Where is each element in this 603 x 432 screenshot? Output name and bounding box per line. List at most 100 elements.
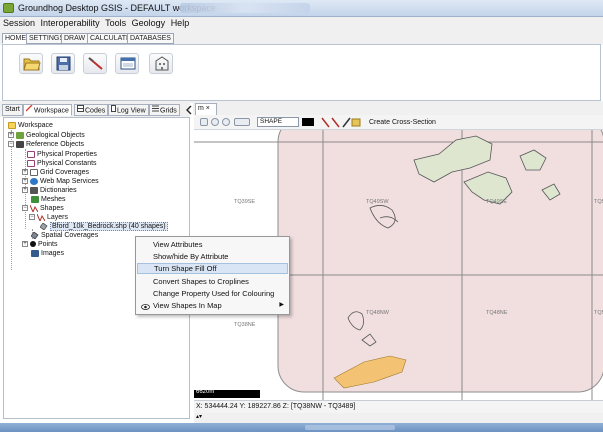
tree-item-grid-coverages[interactable]: + Grid Coverages bbox=[22, 168, 89, 177]
tree-item-meshes[interactable]: Meshes bbox=[31, 195, 66, 204]
eye-icon bbox=[141, 302, 150, 313]
tab-workspace-label: Workspace bbox=[34, 107, 69, 115]
flask-icon bbox=[27, 159, 35, 167]
tree-item-shape-file-label: Bford_10k_Bedrock.shp (40 shapes) bbox=[50, 222, 168, 231]
collapse-icon[interactable]: − bbox=[22, 205, 28, 212]
tree-item-points[interactable]: + Points bbox=[22, 240, 57, 249]
app-icon bbox=[3, 3, 14, 13]
mesh-icon bbox=[31, 195, 39, 203]
collapse-panel-icon[interactable] bbox=[186, 105, 192, 115]
tree-item-web-map-services[interactable]: + Web Map Services bbox=[22, 177, 99, 186]
tree-item-physical-properties-label: Physical Properties bbox=[37, 151, 97, 158]
tab-grids-label: Grids bbox=[160, 107, 177, 115]
spatial-coverage-icon bbox=[30, 231, 39, 240]
tab-start[interactable]: Start bbox=[2, 104, 23, 116]
open-button[interactable] bbox=[19, 53, 43, 74]
tree-item-workspace[interactable]: Workspace bbox=[8, 121, 53, 130]
save-button[interactable] bbox=[51, 53, 75, 74]
folder-icon bbox=[8, 121, 16, 129]
scale-bar-label: 6620m bbox=[196, 389, 215, 395]
grid-label-tq48ne: TQ48NE bbox=[486, 310, 508, 316]
flask-icon bbox=[27, 150, 35, 158]
tree-item-geological-objects-label: Geological Objects bbox=[26, 132, 85, 139]
expand-icon[interactable]: + bbox=[22, 178, 28, 185]
grid-label-tq58n: TQ58N bbox=[594, 310, 603, 316]
building-icon bbox=[155, 56, 169, 71]
expand-icon[interactable]: + bbox=[22, 169, 28, 176]
tree-item-physical-properties[interactable]: Physical Properties bbox=[27, 150, 97, 159]
create-cross-section-button[interactable]: Create Cross-Section bbox=[369, 118, 436, 127]
shape-dropdown[interactable]: SHAPE bbox=[257, 117, 299, 127]
building-button[interactable] bbox=[149, 53, 173, 74]
menu-geology[interactable]: Geology bbox=[129, 17, 166, 28]
grids-icon bbox=[152, 105, 159, 116]
tree-item-spatial-coverages[interactable]: Spatial Coverages bbox=[30, 231, 98, 240]
tab-map[interactable]: m × bbox=[195, 103, 217, 115]
tree-item-workspace-label: Workspace bbox=[18, 122, 53, 129]
expand-icon[interactable]: + bbox=[22, 187, 28, 194]
tree-item-images-label: Images bbox=[41, 250, 64, 257]
menu-item-change-property-colouring[interactable]: Change Property Used for Colouring bbox=[137, 288, 288, 299]
workspace-icon bbox=[25, 104, 33, 116]
tree-item-points-label: Points bbox=[38, 241, 58, 248]
log-view-icon bbox=[111, 105, 116, 116]
status-expand-toggle[interactable]: ▴▾ bbox=[194, 413, 603, 423]
menu-item-show-hide-by-attribute[interactable]: Show/hide By Attribute bbox=[137, 251, 288, 262]
grid-label-tq49sw: TQ49SW bbox=[366, 199, 389, 205]
close-icon[interactable]: × bbox=[206, 105, 210, 112]
menu-session[interactable]: Session bbox=[0, 17, 35, 28]
menu-help[interactable]: Help bbox=[168, 17, 190, 28]
draw-line-button[interactable] bbox=[83, 53, 107, 74]
draw-line-icon bbox=[88, 57, 103, 70]
draw-tools-icon[interactable] bbox=[321, 117, 361, 128]
tree-item-shapes[interactable]: − Shapes bbox=[22, 204, 64, 213]
collapse-icon[interactable]: − bbox=[8, 141, 14, 148]
grid-label-tq39se: TQ39SE bbox=[234, 199, 255, 205]
tree-item-reference-objects[interactable]: − Reference Objects bbox=[8, 140, 84, 149]
status-bar: X: 534444.24 Y: 189227.86 Z: [TQ38NW - T… bbox=[194, 400, 603, 413]
tab-codes[interactable]: Codes bbox=[74, 104, 109, 116]
tab-home[interactable]: HOME bbox=[2, 33, 29, 44]
save-icon bbox=[56, 56, 71, 71]
tab-log-view-label: Log View bbox=[117, 107, 146, 115]
shapes-icon bbox=[29, 204, 39, 213]
context-menu: View Attributes Show/hide By Attribute T… bbox=[135, 236, 290, 315]
tree-item-dictionaries[interactable]: + Dictionaries bbox=[22, 186, 77, 195]
zoom-in-icon[interactable] bbox=[211, 118, 219, 126]
tab-log-view[interactable]: Log View bbox=[108, 104, 149, 116]
tab-workspace[interactable]: Workspace bbox=[23, 104, 72, 116]
dictionary-icon bbox=[30, 186, 38, 194]
points-icon bbox=[30, 241, 36, 248]
tab-grids[interactable]: Grids bbox=[149, 104, 180, 116]
pan-icon[interactable] bbox=[234, 118, 250, 126]
tab-codes-label: Codes bbox=[85, 107, 106, 115]
menu-item-view-shapes-in-map[interactable]: View Shapes In Map ▶ bbox=[137, 300, 288, 311]
expand-icon[interactable]: + bbox=[8, 132, 14, 139]
menu-item-view-shapes-in-map-label: View Shapes In Map bbox=[153, 301, 222, 310]
window-icon bbox=[120, 57, 136, 70]
window-button[interactable] bbox=[115, 53, 139, 74]
expand-icon[interactable]: + bbox=[22, 241, 28, 248]
tree-item-grid-coverages-label: Grid Coverages bbox=[40, 169, 90, 176]
tree-item-images[interactable]: Images bbox=[31, 249, 64, 258]
open-folder-icon bbox=[23, 58, 41, 71]
zoom-out-icon[interactable] bbox=[222, 118, 230, 126]
tab-databases[interactable]: DATABASES bbox=[127, 33, 174, 44]
tree-item-meshes-label: Meshes bbox=[41, 196, 66, 203]
tree-item-geological-objects[interactable]: + Geological Objects bbox=[8, 131, 85, 140]
menu-item-view-attributes[interactable]: View Attributes bbox=[137, 239, 288, 250]
ribbon-panel bbox=[2, 44, 601, 101]
title-bar-blurred-area bbox=[180, 3, 310, 13]
tree-item-shape-file[interactable]: Bford_10k_Bedrock.shp (40 shapes) bbox=[39, 222, 168, 231]
zoom-fit-icon[interactable] bbox=[200, 118, 208, 126]
color-swatch[interactable] bbox=[302, 118, 314, 126]
collapse-icon[interactable]: − bbox=[29, 214, 35, 221]
menu-interoperability[interactable]: Interoperability bbox=[38, 17, 100, 28]
grid-label-tq48nw: TQ48NW bbox=[366, 310, 390, 316]
tree-item-physical-constants[interactable]: Physical Constants bbox=[27, 159, 97, 168]
tree-item-layers[interactable]: − Layers bbox=[29, 213, 68, 222]
menu-item-turn-shape-fill-off[interactable]: Turn Shape Fill Off bbox=[137, 263, 288, 274]
tab-draw[interactable]: DRAW bbox=[61, 33, 89, 44]
menu-item-convert-shapes-to-croplines[interactable]: Convert Shapes to Croplines bbox=[137, 276, 288, 287]
menu-tools[interactable]: Tools bbox=[102, 17, 126, 28]
